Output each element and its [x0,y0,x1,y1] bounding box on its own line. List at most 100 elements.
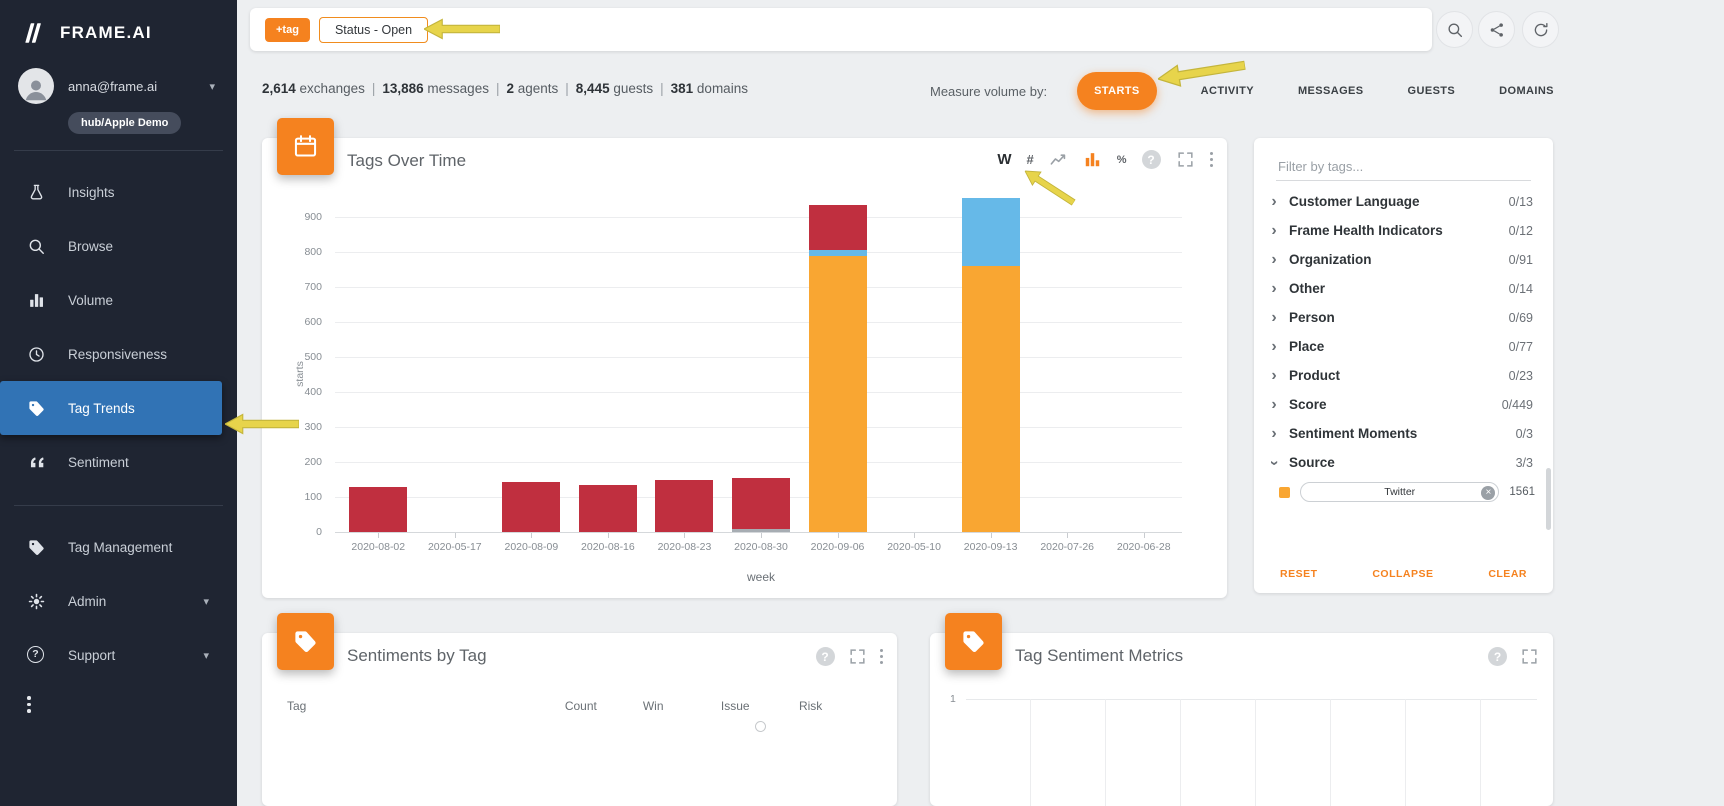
measure-guests-button[interactable]: GUESTS [1408,85,1456,97]
tag-group-other[interactable]: › Other 0/14 [1254,274,1553,303]
y-tick-label: 1 [950,693,956,705]
bar-2020-08-16[interactable] [578,485,637,532]
stat-value: 2 [506,81,514,96]
share-button[interactable] [1478,11,1515,48]
sidebar-item-volume[interactable]: Volume [0,273,237,327]
calendar-icon [292,133,319,160]
divider [14,150,223,151]
sidebar-item-label: Volume [68,292,114,308]
search-button[interactable] [1436,11,1473,48]
bar-2020-08-23[interactable] [655,479,714,532]
clear-button[interactable]: CLEAR [1488,568,1527,580]
tag-icon [292,628,319,655]
tag-chip-twitter[interactable]: Twitter × [1300,482,1500,502]
collapse-button[interactable]: COLLAPSE [1372,568,1433,580]
tag-group-count: 0/14 [1508,281,1533,296]
tag-group-count: 0/13 [1508,194,1533,209]
sidebar-item-tag-management[interactable]: Tag Management [0,520,237,574]
stat-label: guests [609,81,654,96]
bar-2020-08-09[interactable] [502,482,561,532]
tag-group-label: Customer Language [1289,194,1420,209]
bar-2020-09-06[interactable] [808,205,867,532]
x-tick-mark [914,533,916,538]
line-chart-toggle-icon[interactable] [1049,150,1068,169]
sidebar-item-tag-trends[interactable]: Tag Trends [0,381,222,435]
sidebar: FRAME.AI anna@frame.ai ▾ hub/Apple Demo … [0,0,237,806]
chevron-right-icon: › [1271,221,1277,239]
sidebar-item-sentiment[interactable]: Sentiment [0,435,237,489]
tag-group-product[interactable]: › Product 0/23 [1254,361,1553,390]
y-axis-ticks: 0 100 200 300 400 500 600 700 800 900 [282,197,332,538]
tag-group-sentiment-moments[interactable]: › Sentiment Moments 0/3 [1254,419,1553,448]
tag-group-place[interactable]: › Place 0/77 [1254,332,1553,361]
app-name: FRAME.AI [60,23,152,42]
stat-item: 2,614 exchanges [262,81,365,96]
sidebar-item-support[interactable]: ? Support ▾ [0,628,237,682]
tag-group-label: Place [1289,339,1325,354]
measure-starts-button[interactable]: STARTS [1077,72,1157,110]
bar-group [1029,197,1106,533]
filter-footer: RESET COLLAPSE CLEAR [1280,568,1527,580]
help-icon[interactable]: ? [815,647,835,666]
tag-group-score[interactable]: › Score 0/449 [1254,390,1553,419]
y-tick-label: 700 [304,281,322,293]
stat-label: agents [513,81,559,96]
stat-item: 13,886 messages [382,81,489,96]
tag-filter-item: Twitter × 1561 [1254,477,1553,507]
chevron-right-icon: › [1271,424,1277,442]
tag-group-organization[interactable]: › Organization 0/91 [1254,245,1553,274]
weekly-toggle[interactable]: W [997,151,1011,168]
measure-volume-row: Measure volume by: STARTS ACTIVITY MESSAGE… [930,69,1554,113]
chevron-right-icon: › [1271,279,1277,297]
more-menu-icon[interactable] [27,696,31,713]
tag-group-customer-language[interactable]: › Customer Language 0/13 [1254,187,1553,216]
sidebar-item-browse[interactable]: Browse [0,219,237,273]
bar-chart-toggle-icon[interactable] [1083,150,1102,169]
workspace-badge[interactable]: hub/Apple Demo [68,112,182,134]
percent-toggle[interactable]: % [1117,154,1127,166]
user-menu[interactable]: anna@frame.ai ▾ [0,60,237,108]
expand-icon[interactable] [848,647,867,666]
column-header-count: Count [564,699,597,713]
bar-2020-08-02[interactable] [349,486,408,532]
help-icon[interactable]: ? [1141,150,1161,169]
tag-group-count: 0/3 [1515,426,1533,441]
bar-2020-09-13[interactable] [961,197,1020,532]
tags-over-time-card: Tags Over Time W # % ? starts 0 100 200 300… [262,118,1227,598]
remove-tag-icon[interactable]: × [1481,485,1496,500]
main-content: +tag Status - Open 2,614 exchanges | 13,88… [237,0,1724,806]
scrollbar[interactable] [1546,468,1551,530]
expand-icon[interactable] [1176,150,1195,169]
bar-2020-08-30[interactable] [731,478,790,532]
sidebar-item-admin[interactable]: Admin ▾ [0,574,237,628]
add-tag-button[interactable]: +tag [265,17,310,42]
filter-chip-status-open[interactable]: Status - Open [318,16,429,43]
app-logo[interactable]: FRAME.AI [0,0,237,60]
refresh-button[interactable] [1522,11,1559,48]
bar-segment-gray [731,529,790,532]
card-title-sentiments-by-tag: Sentiments by Tag [347,646,487,665]
gridline [1105,699,1106,806]
filter-tags-input[interactable] [1276,153,1531,181]
help-icon[interactable]: ? [1488,647,1507,666]
measure-messages-button[interactable]: MESSAGES [1298,85,1364,97]
reset-button[interactable]: RESET [1280,568,1318,580]
tag-group-person[interactable]: › Person 0/69 [1254,303,1553,332]
sidebar-item-label: Tag Management [68,539,173,555]
card-title-tag-sentiment-metrics: Tag Sentiment Metrics [1015,646,1184,665]
count-toggle[interactable]: # [1026,152,1033,167]
measure-activity-button[interactable]: ACTIVITY [1201,85,1254,97]
measure-domains-button[interactable]: DOMAINS [1499,85,1554,97]
kebab-menu-icon[interactable] [879,648,883,665]
sidebar-item-insights[interactable]: Insights [0,165,237,219]
tag-group-count: 0/91 [1508,252,1533,267]
gridline [1030,699,1031,806]
bar-group [417,197,494,533]
sidebar-item-responsiveness[interactable]: Responsiveness [0,327,237,381]
tag-group-frame-health-indicators[interactable]: › Frame Health Indicators 0/12 [1254,216,1553,245]
kebab-menu-icon[interactable] [1209,151,1213,168]
x-axis-labels: 2020-08-02 2020-05-17 2020-08-09 2020-08-16… [340,541,1182,557]
bar-group [340,197,417,533]
expand-icon[interactable] [1520,647,1539,666]
tag-group-source[interactable]: › Source 3/3 [1254,448,1553,477]
